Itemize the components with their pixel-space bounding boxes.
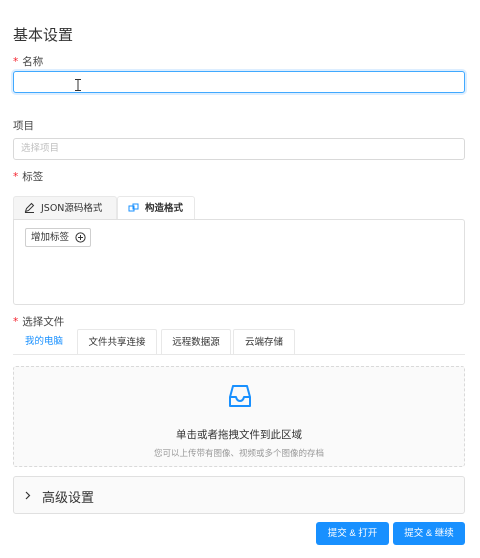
edit-icon [24,202,35,213]
tab-cloud-storage[interactable]: 云端存储 [233,329,295,354]
advanced-settings-collapse[interactable]: 高级设置 [13,476,465,514]
dropzone-hint: 您可以上传带有图像、视频或多个图像的存档 [153,449,324,459]
tags-label-text: 标签 [22,171,44,183]
tab-my-computer[interactable]: 我的电脑 [13,329,75,354]
project-select[interactable]: 选择项目 [13,138,465,160]
tab-file-share[interactable]: 文件共享连接 [77,329,157,354]
file-label: * 选择文件 [13,314,64,329]
tab-remote-source[interactable]: 远程数据源 [161,329,231,354]
tab-structured-label: 构造格式 [145,203,184,214]
tags-label: * 标签 [13,169,43,184]
page-title: 基本设置 [13,26,74,44]
file-source-tabs: 我的电脑 文件共享连接 远程数据源 云端存储 [13,329,465,355]
add-tag-button[interactable]: 增加标签 [25,228,91,247]
required-mark: * [13,316,19,328]
structure-icon [128,203,139,212]
inbox-icon [229,385,251,407]
required-mark: * [13,171,19,183]
add-tag-label: 增加标签 [31,232,70,243]
plus-circle-icon [75,232,86,243]
advanced-settings-label: 高级设置 [42,491,95,506]
required-mark: * [13,56,19,68]
tag-panel: 增加标签 [13,219,465,305]
tab-json-source-label: JSON源码格式 [41,203,103,214]
submit-open-button[interactable]: 提交 & 打开 [316,522,389,545]
file-label-text: 选择文件 [22,316,65,328]
text-cursor-icon [75,79,81,91]
submit-continue-button[interactable]: 提交 & 继续 [393,522,465,545]
tab-structured[interactable]: 构造格式 [117,196,195,220]
project-label: 项目 [13,120,34,132]
file-dropzone[interactable]: 单击或者拖拽文件到此区域 您可以上传带有图像、视频或多个图像的存档 [13,366,465,467]
name-label: * 名称 [13,54,43,69]
chevron-right-icon [25,491,31,500]
dropzone-title: 单击或者拖拽文件到此区域 [176,429,302,441]
name-label-text: 名称 [22,56,44,68]
tab-json-source[interactable]: JSON源码格式 [13,196,117,220]
